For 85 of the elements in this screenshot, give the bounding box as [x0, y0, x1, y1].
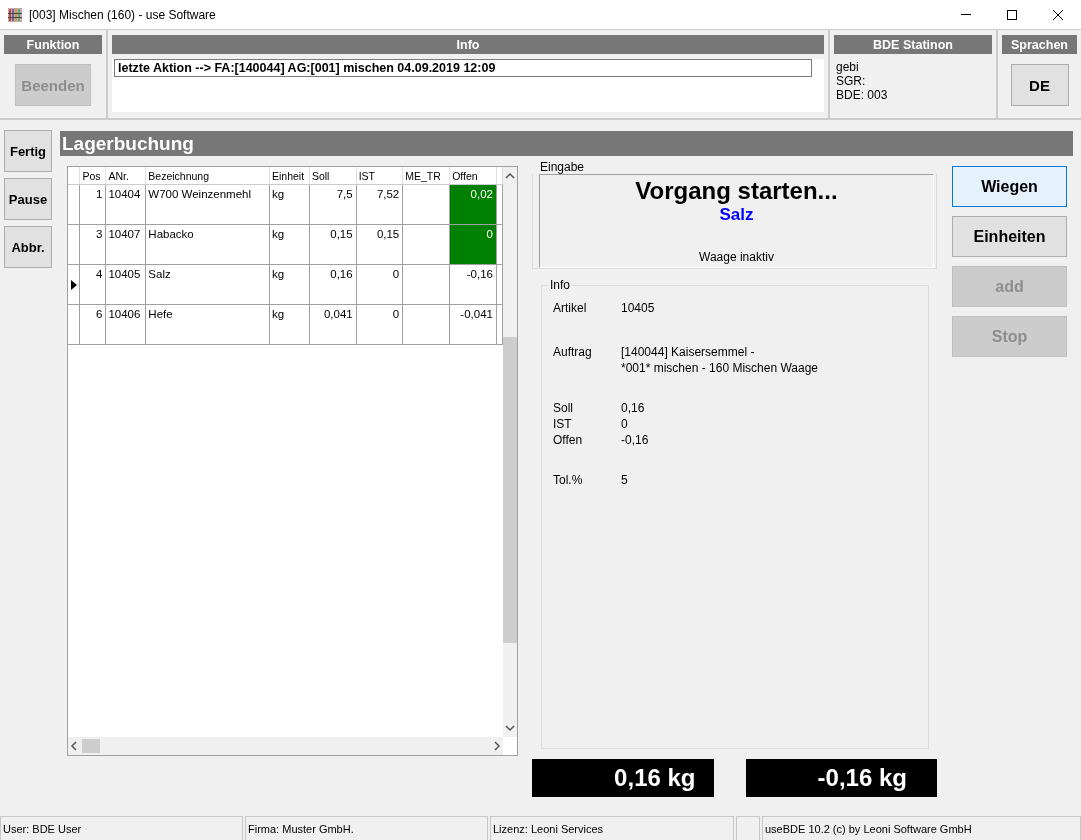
station-info-text: SGR: [836, 74, 867, 88]
column-header[interactable]: Pos [79, 167, 106, 185]
scrollbar-thumb[interactable] [82, 739, 100, 753]
field-label: IST [553, 416, 573, 432]
field-label: Tol.% [553, 472, 584, 488]
table-cell: 0 [449, 224, 497, 265]
table-cell: 10406 [105, 304, 146, 345]
close-icon[interactable] [1053, 9, 1063, 20]
group-label: Info [548, 278, 572, 292]
table-cell: 7,52 [356, 184, 403, 225]
status-text: useBDE 10.2 (c) by Leoni Software GmbH [762, 816, 1081, 840]
table-cell: 0,02 [449, 184, 497, 225]
field-value: -0,16 [621, 432, 650, 448]
field-value: 5 [621, 472, 629, 488]
side-button[interactable]: Abbr. [4, 226, 52, 268]
table-cell: 7,5 [309, 184, 357, 225]
window-title: [003] Mischen (160) - use Software [29, 7, 217, 22]
panel-header: Funktion [4, 35, 102, 54]
column-header[interactable]: Offen [449, 167, 497, 185]
article-name: Salz [719, 205, 754, 225]
last-action-field: letzte Aktion --> FA:[140044] AG:[001] mischen 04.09.2019 12:09 [114, 59, 812, 77]
table-cell: 0 [356, 304, 403, 345]
table-cell: 10407 [105, 224, 146, 265]
row-indicator[interactable] [68, 264, 80, 305]
table-cell: 0,16 [309, 264, 357, 305]
section-title: Lagerbuchung [60, 131, 1073, 156]
station-info-text: gebi [836, 60, 860, 74]
group-label: Eingabe [539, 160, 586, 174]
table-cell: 3 [79, 224, 106, 265]
status-text: User: BDE User [0, 816, 243, 840]
field-label: Auftrag [553, 344, 593, 361]
table-cell: 0 [356, 264, 403, 305]
action-button[interactable]: Einheiten [952, 216, 1067, 257]
field-label: Offen [553, 432, 584, 448]
column-header[interactable]: ME_TR [402, 167, 450, 185]
status-text: Firma: Muster GmbH. [245, 816, 488, 840]
column-header[interactable]: ANr. [105, 167, 146, 185]
table-cell: Salz [145, 264, 270, 305]
column-header[interactable]: Einheit [269, 167, 310, 185]
weight-display: -0,16 kg [745, 759, 937, 797]
table-cell: 0,15 [309, 224, 357, 265]
maximize-icon[interactable] [1007, 9, 1017, 20]
action-button[interactable]: Wiegen [952, 166, 1067, 207]
scroll-left-icon[interactable] [68, 739, 80, 753]
table-cell: 0,041 [309, 304, 357, 345]
scrollbar-thumb[interactable] [503, 337, 517, 643]
panel-header: Sprachen [1002, 35, 1077, 54]
field-value: 0 [621, 416, 629, 432]
field-label: Soll [553, 400, 574, 416]
table-cell: kg [269, 224, 310, 265]
language-button[interactable]: DE [1010, 64, 1069, 106]
table-cell: 10405 [105, 264, 146, 305]
table-cell: kg [269, 184, 310, 225]
table-cell: Hefe [145, 304, 270, 345]
table-cell: -0,041 [449, 304, 497, 345]
status-text: Lizenz: Leoni Services [490, 816, 734, 840]
column-header[interactable]: Bezeichnung [145, 167, 270, 185]
field-value: [140044] Kaisersemmel - *001* mischen - 160 Mischen Waage [621, 344, 819, 376]
field-value: 10405 [621, 300, 656, 316]
table-cell: 1 [79, 184, 106, 225]
panel-header: Info [112, 35, 824, 54]
table-cell: 0,15 [356, 224, 403, 265]
column-header[interactable]: Soll [309, 167, 357, 185]
app-icon [7, 6, 23, 23]
column-header[interactable]: IST [356, 167, 403, 185]
scroll-right-icon[interactable] [491, 739, 503, 753]
table-cell: -0,16 [449, 264, 497, 305]
side-button[interactable]: Fertig [4, 130, 52, 172]
station-info-text: BDE: 003 [836, 88, 889, 102]
weight-display: 0,16 kg [532, 759, 714, 797]
table-cell: kg [269, 304, 310, 345]
scale-status: Waage inaktiv [699, 250, 774, 264]
current-row-icon [71, 279, 77, 290]
field-label: Artikel [553, 300, 588, 316]
field-value: 0,16 [621, 400, 646, 416]
table-cell: W700 Weinzenmehl [145, 184, 270, 225]
side-button[interactable]: Pause [4, 178, 52, 220]
table-cell: Habacko [145, 224, 270, 265]
status-heading: Vorgang starten... [635, 177, 838, 205]
table-cell: 4 [79, 264, 106, 305]
status-pane [736, 816, 760, 840]
table-cell: 10404 [105, 184, 146, 225]
table-cell: 6 [79, 304, 106, 345]
panel-header: BDE Statinon [834, 35, 992, 54]
table-cell: kg [269, 264, 310, 305]
